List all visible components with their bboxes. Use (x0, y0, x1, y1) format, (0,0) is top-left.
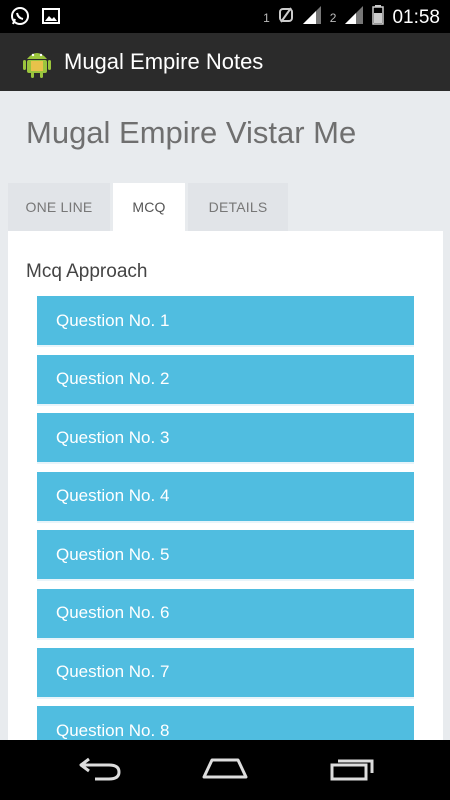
sim2-signal-icon (344, 5, 364, 30)
mcq-panel: Mcq Approach Question No. 1 Question No.… (8, 231, 443, 740)
question-button-6[interactable]: Question No. 6 (37, 588, 414, 640)
question-button-8[interactable]: Question No. 8 (37, 706, 414, 740)
tab-bar: ONE LINE MCQ DETAILS (8, 183, 291, 231)
sim-signal-icon (302, 5, 322, 30)
tab-one-line[interactable]: ONE LINE (8, 183, 110, 231)
recents-button[interactable] (322, 752, 382, 788)
question-button-1[interactable]: Question No. 1 (37, 296, 414, 347)
no-signal-icon (278, 6, 294, 29)
sim2-label: 2 (329, 10, 337, 25)
back-icon (77, 755, 123, 786)
question-button-2[interactable]: Question No. 2 (37, 354, 414, 406)
status-bar: 1 2 01:58 (0, 0, 450, 33)
tab-mcq[interactable]: MCQ (113, 183, 185, 231)
page-header: Mugal Empire Vistar Me (0, 91, 450, 183)
android-icon[interactable] (20, 45, 54, 79)
app-bar: Mugal Empire Notes (0, 33, 450, 91)
page-title: Mugal Empire Vistar Me (26, 115, 357, 150)
question-button-3[interactable]: Question No. 3 (37, 413, 414, 465)
recents-icon (328, 755, 376, 786)
navigation-bar (0, 740, 450, 800)
whatsapp-icon (10, 6, 30, 31)
back-button[interactable] (70, 752, 130, 788)
question-button-5[interactable]: Question No. 5 (37, 530, 414, 582)
sim1-label: 1 (263, 10, 270, 25)
question-button-7[interactable]: Question No. 7 (37, 647, 414, 699)
image-icon (42, 8, 60, 29)
battery-icon (372, 5, 385, 30)
question-button-4[interactable]: Question No. 4 (37, 471, 414, 523)
clock: 01:58 (392, 6, 440, 28)
home-button[interactable] (195, 752, 255, 788)
app-title: Mugal Empire Notes (64, 49, 264, 74)
home-icon (200, 756, 250, 785)
section-title: Mcq Approach (26, 261, 148, 282)
tab-details[interactable]: DETAILS (188, 183, 288, 231)
question-list: Question No. 1 Question No. 2 Question N… (37, 296, 414, 740)
